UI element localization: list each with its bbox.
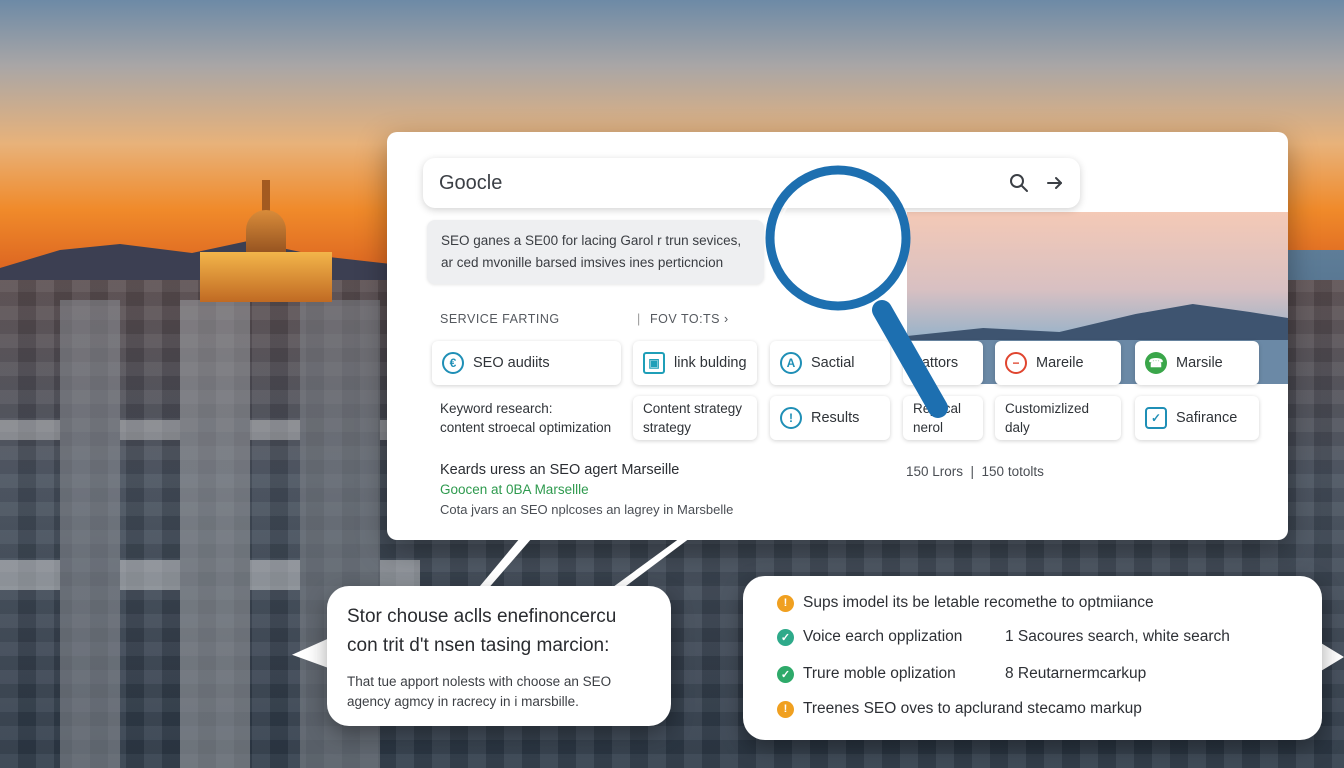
search-input[interactable]: Goocle: [439, 172, 502, 195]
chip-label: Marsile: [1176, 355, 1223, 371]
chip-line-2: nerol: [913, 420, 944, 435]
magnifying-glass-icon: [765, 165, 948, 418]
chip-line-2: content stroecal optimization: [440, 420, 612, 435]
result-title-link[interactable]: Keards uress an SEO agert Marseille: [440, 462, 679, 478]
cathedral-illustration: [200, 180, 332, 302]
callout-item: ✓ Voice earch opplization: [777, 628, 962, 646]
chip-label: Safirance: [1176, 410, 1238, 426]
callout-item: ! Sups imodel its be letable recomethe t…: [777, 594, 1154, 612]
chip-label: link bulding: [674, 355, 747, 371]
snippet-line-2: ar ced mvonille barsed imsives ines pert…: [441, 255, 724, 270]
chip-line-2: strategy: [643, 420, 692, 435]
monitor-chat-icon: ▣: [643, 352, 665, 374]
chip-link-building[interactable]: ▣ link bulding: [633, 341, 757, 385]
callout-item: ! Treenes SEO oves to apclurand stecamo …: [777, 700, 1142, 718]
chip-mareile[interactable]: − Mareile: [995, 341, 1121, 385]
search-icon[interactable]: [1007, 171, 1031, 195]
callout-item: ✓ Trure moble oplization: [777, 665, 956, 683]
result-description: Cota jvars an SEO nplcoses an lagrey in …: [440, 502, 734, 517]
result-url[interactable]: Goocen at 0BA Marsellle: [440, 482, 589, 497]
filter-fov-tots[interactable]: FOV TO:TS ›: [650, 312, 729, 326]
callout-left-body-1: That tue apport nolests with choose an S…: [347, 674, 612, 689]
chip-safirance[interactable]: ✓ Safirance: [1135, 396, 1259, 440]
callout-left-body: That tue apport nolests with choose an S…: [347, 672, 651, 712]
chip-line-2: daly: [1005, 420, 1030, 435]
no-entry-icon: −: [1005, 352, 1027, 374]
snippet-line-1: SEO ganes a SE00 for lacing Garol r trun…: [441, 233, 742, 248]
phone-icon: ☎: [1145, 352, 1167, 374]
filter-divider: |: [637, 312, 641, 326]
chip-seo-audits[interactable]: € SEO audiits: [432, 341, 621, 385]
cathedral-spire: [262, 180, 270, 214]
chip-line-1: Customizlized: [1005, 401, 1090, 416]
chip-label: SEO audiits: [473, 355, 550, 371]
cathedral-base: [200, 252, 332, 302]
callout-item-text: Voice earch opplization: [803, 628, 963, 645]
results-count: 150 Lrors | 150 totolts: [906, 464, 1044, 479]
callout-item-text: Sups imodel its be letable recomethe to …: [803, 594, 1154, 611]
warning-icon: !: [777, 700, 794, 718]
callout-item-extra: 8 Reutarnermcarkup: [1005, 665, 1147, 682]
harbor-mountain: [907, 304, 1288, 340]
filter-service-farting[interactable]: SERVICE FARTING: [440, 312, 560, 326]
callout-left: Stor chouse aclls enefinoncercu con trit…: [327, 586, 671, 726]
callout-left-heading-2: con trit d't nsen tasing marcion:: [347, 635, 610, 656]
callout-left-body-2: agency agmcy in racrecy in i marsbille.: [347, 694, 579, 709]
chip-line-1: Keyword research:: [440, 401, 553, 416]
warning-icon: !: [777, 594, 794, 612]
chip-customized[interactable]: Customizlized daly: [995, 396, 1121, 440]
callout-item-text: Trure moble oplization: [803, 665, 956, 682]
chip-label: Mareile: [1036, 355, 1084, 371]
check-icon: ✓: [777, 628, 794, 646]
check-icon: ✓: [777, 665, 794, 683]
chip-keyword-research[interactable]: Keyword research: content stroecal optim…: [432, 396, 621, 440]
arrow-right-icon[interactable]: [1043, 171, 1067, 195]
callout-item-text: Treenes SEO oves to apclurand stecamo ma…: [803, 700, 1142, 717]
search-bar[interactable]: Goocle: [423, 158, 1080, 208]
callout-item-extra: 1 Sacoures search, white search: [1005, 628, 1230, 645]
chip-content-strategy[interactable]: Content strategy strategy: [633, 396, 757, 440]
callout-right: ! Sups imodel its be letable recomethe t…: [743, 576, 1322, 740]
seo-badge-icon: €: [442, 352, 464, 374]
chip-marsile[interactable]: ☎ Marsile: [1135, 341, 1259, 385]
featured-snippet[interactable]: SEO ganes a SE00 for lacing Garol r trun…: [427, 220, 764, 284]
callout-left-heading-1: Stor chouse aclls enefinoncercu: [347, 606, 617, 627]
shield-check-icon: ✓: [1145, 407, 1167, 429]
chip-line-1: Content strategy: [643, 401, 743, 416]
